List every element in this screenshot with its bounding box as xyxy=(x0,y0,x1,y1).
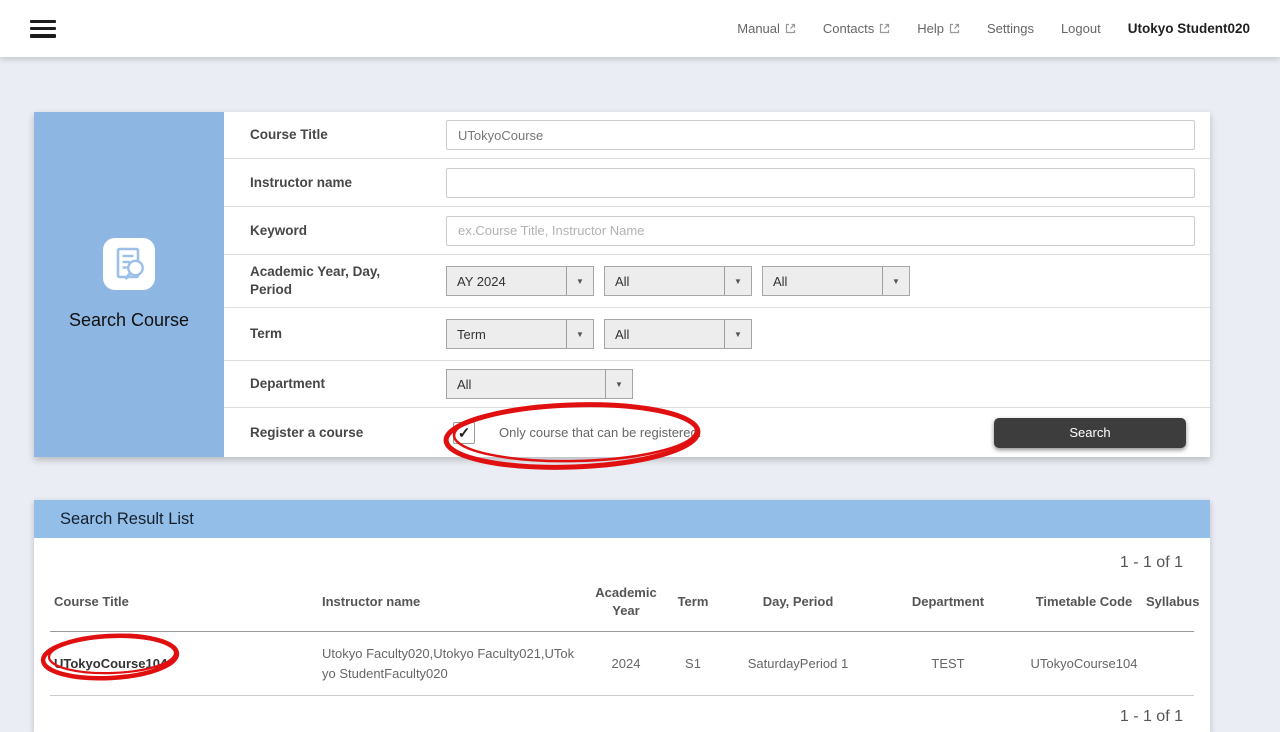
course-title-input[interactable] xyxy=(446,120,1195,150)
nav-help-label: Help xyxy=(917,21,944,36)
chevron-down-icon: ▼ xyxy=(882,267,909,295)
nav-help[interactable]: Help xyxy=(917,21,960,36)
chevron-down-icon: ▼ xyxy=(605,370,632,398)
external-link-icon xyxy=(785,23,796,34)
course-title-row: Course Title xyxy=(224,112,1210,159)
academic-year-day-period-row: Academic Year, Day, Period AY 2024 ▼ All… xyxy=(224,255,1210,308)
search-course-panel: Search Course Course Title Instructor na… xyxy=(34,112,1210,457)
department-select[interactable]: All ▼ xyxy=(446,369,633,399)
table-row: UTokyoCourse104 Utokyo Faculty020,Utokyo… xyxy=(50,632,1194,696)
keyword-row: Keyword xyxy=(224,207,1210,255)
nav-manual-label: Manual xyxy=(737,21,780,36)
academic-year-select[interactable]: AY 2024 ▼ xyxy=(446,266,594,296)
col-day-period: Day, Period xyxy=(724,576,872,632)
search-result-header: Search Result List xyxy=(34,500,1210,538)
external-link-icon xyxy=(879,23,890,34)
search-result-panel: Search Result List 1 - 1 of 1 Course Tit… xyxy=(34,500,1210,732)
external-link-icon xyxy=(949,23,960,34)
keyword-input[interactable] xyxy=(446,216,1195,246)
nav-logout-label: Logout xyxy=(1061,21,1101,36)
term-all-select[interactable]: All ▼ xyxy=(604,319,752,349)
cell-timetable-code: UTokyoCourse104 xyxy=(1024,632,1144,696)
period-select[interactable]: All ▼ xyxy=(762,266,910,296)
nav-contacts[interactable]: Contacts xyxy=(823,21,890,36)
chevron-down-icon: ▼ xyxy=(724,267,751,295)
search-form: Course Title Instructor name Keyword Aca… xyxy=(224,112,1210,457)
instructor-input[interactable] xyxy=(446,168,1195,198)
col-academic-year: Academic Year xyxy=(590,576,662,632)
instructor-row: Instructor name xyxy=(224,159,1210,207)
cell-syllabus xyxy=(1144,632,1194,696)
department-label: Department xyxy=(224,375,446,393)
table-header-row: Course Title Instructor name Academic Ye… xyxy=(50,576,1194,632)
course-title-label: Course Title xyxy=(224,126,446,144)
department-row: Department All ▼ xyxy=(224,361,1210,408)
hamburger-menu-icon[interactable] xyxy=(30,20,56,38)
top-bar: Manual Contacts Help Settings Logout Uto… xyxy=(0,0,1280,57)
pagination-top: 1 - 1 of 1 xyxy=(34,538,1210,572)
chevron-down-icon: ▼ xyxy=(724,320,751,348)
cell-term: S1 xyxy=(662,632,724,696)
cell-course-title[interactable]: UTokyoCourse104 xyxy=(50,632,320,696)
col-syllabus: Syllabus xyxy=(1144,576,1194,632)
nav-manual[interactable]: Manual xyxy=(737,21,796,36)
nav-settings[interactable]: Settings xyxy=(987,21,1034,36)
top-nav: Manual Contacts Help Settings Logout Uto… xyxy=(737,21,1250,36)
keyword-label: Keyword xyxy=(224,222,446,240)
search-button[interactable]: Search xyxy=(994,418,1186,448)
user-name: Utokyo Student020 xyxy=(1128,21,1250,36)
cell-day-period: SaturdayPeriod 1 xyxy=(724,632,872,696)
term-label: Term xyxy=(224,325,446,343)
col-department: Department xyxy=(872,576,1024,632)
col-course-title: Course Title xyxy=(50,576,320,632)
search-course-icon xyxy=(103,238,155,290)
cell-academic-year: 2024 xyxy=(590,632,662,696)
cell-instructor: Utokyo Faculty020,Utokyo Faculty021,UTok… xyxy=(320,632,590,696)
register-checkbox-label: Only course that can be registered. xyxy=(499,425,701,440)
term-row: Term Term ▼ All ▼ xyxy=(224,308,1210,361)
instructor-label: Instructor name xyxy=(224,174,446,192)
search-course-sidebar: Search Course xyxy=(34,112,224,457)
register-row: Register a course ✓ Only course that can… xyxy=(224,408,1210,457)
search-course-title: Search Course xyxy=(69,310,189,331)
chevron-down-icon: ▼ xyxy=(566,320,593,348)
register-checkbox[interactable]: ✓ xyxy=(453,422,475,444)
search-result-title: Search Result List xyxy=(60,510,194,529)
chevron-down-icon: ▼ xyxy=(566,267,593,295)
col-term: Term xyxy=(662,576,724,632)
term-select[interactable]: Term ▼ xyxy=(446,319,594,349)
nav-logout[interactable]: Logout xyxy=(1061,21,1101,36)
search-result-table: Course Title Instructor name Academic Ye… xyxy=(50,576,1194,696)
nav-settings-label: Settings xyxy=(987,21,1034,36)
academic-year-day-period-label: Academic Year, Day, Period xyxy=(224,263,446,298)
col-instructor-name: Instructor name xyxy=(320,576,590,632)
pagination-bottom: 1 - 1 of 1 xyxy=(34,696,1210,726)
day-select[interactable]: All ▼ xyxy=(604,266,752,296)
nav-contacts-label: Contacts xyxy=(823,21,874,36)
cell-department: TEST xyxy=(872,632,1024,696)
register-label: Register a course xyxy=(224,424,446,442)
col-timetable-code: Timetable Code xyxy=(1024,576,1144,632)
